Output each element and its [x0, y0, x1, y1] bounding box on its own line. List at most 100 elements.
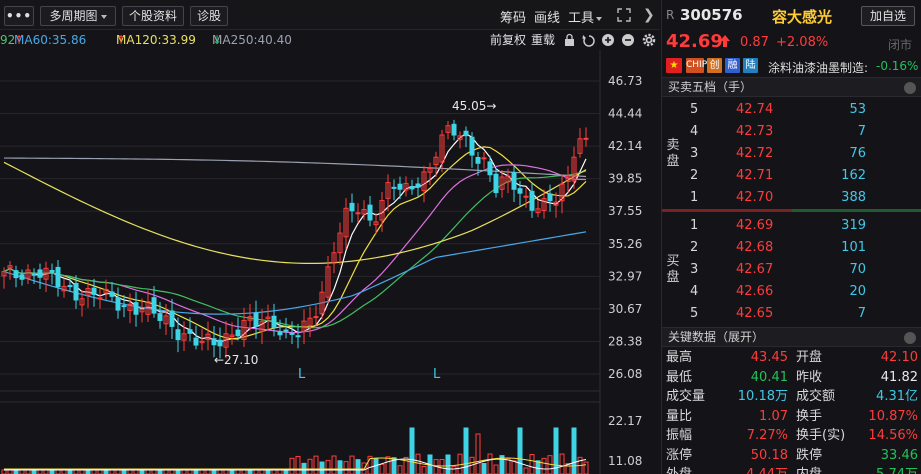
- multi-period-dropdown[interactable]: 多周期图: [40, 6, 116, 26]
- level: 2: [690, 240, 699, 255]
- stock-profile-button[interactable]: 个股资料: [122, 6, 184, 26]
- candle-body: [493, 173, 499, 194]
- draw-line-button[interactable]: 画线: [534, 7, 560, 26]
- sell-row[interactable]: 2 42.71 162: [686, 165, 921, 187]
- margin-badge[interactable]: 融: [725, 58, 740, 73]
- ma250-line: [3, 157, 587, 178]
- volume-bar: [67, 469, 73, 474]
- candlestick-chart[interactable]: 46.73 44.44 42.14 39.85 37.55 35.26 32.97 30.67…: [0, 50, 660, 390]
- volume-bar: [523, 467, 529, 474]
- sell-row[interactable]: 1 42.70 388: [686, 187, 921, 209]
- multi-period-label: 多周期图: [49, 9, 98, 23]
- orderbook-divider: [662, 209, 921, 212]
- buy-row[interactable]: 2 42.68 101: [686, 237, 921, 259]
- sell-row[interactable]: 5 42.74 53: [686, 99, 921, 121]
- level: 1: [690, 190, 699, 205]
- collapse-panel-icon[interactable]: ❯: [643, 7, 655, 23]
- sell-row[interactable]: 3 42.72 76: [686, 143, 921, 165]
- candle-body: [49, 269, 55, 273]
- chip-badge[interactable]: CHIP: [686, 58, 707, 73]
- candle-body: [349, 202, 355, 212]
- volume-bar: [79, 469, 85, 474]
- key-data: 最高 43.45 开盘 42.10 最低 40.41 昨收 41.82 成交量 10.18万 成交额…: [662, 348, 921, 474]
- volume-bar: [121, 469, 127, 474]
- tools-label: 工具: [568, 11, 595, 26]
- zoom-in-icon[interactable]: [602, 34, 614, 46]
- key-data-row: 涨停 50.18 跌停 33.46: [662, 446, 921, 466]
- key-value: 5.74万: [876, 465, 918, 474]
- price-tick: 42.14: [608, 139, 642, 153]
- volume-bar: [445, 454, 451, 474]
- buy-row[interactable]: 4 42.66 20: [686, 281, 921, 303]
- reload-button[interactable]: 重载: [531, 30, 555, 50]
- undo-icon[interactable]: [582, 35, 595, 47]
- candle-body: [175, 329, 181, 341]
- toggle-icon[interactable]: [904, 82, 916, 94]
- volume-bar: [1, 469, 7, 474]
- lock-icon[interactable]: [565, 33, 574, 47]
- volume: 319: [841, 218, 866, 233]
- volume-bar: [85, 469, 91, 474]
- key-label: 换手: [796, 408, 823, 424]
- sell-row[interactable]: 4 42.73 7: [686, 121, 921, 143]
- price: 42.67: [736, 262, 774, 277]
- volume-bar: [415, 453, 421, 474]
- key-value: 7.27%: [746, 428, 788, 443]
- candle-body: [451, 123, 457, 136]
- volume-ma-lines: [4, 457, 587, 471]
- volume-bar: [313, 455, 319, 474]
- candle-body: [193, 337, 199, 346]
- volume-bar: [235, 469, 241, 474]
- key-data-header[interactable]: 关键数据（展开）: [662, 327, 921, 347]
- volume-chart[interactable]: 22.17 11.08: [0, 390, 660, 474]
- diagnose-button[interactable]: 诊股: [190, 6, 228, 26]
- candle-body: [31, 273, 37, 276]
- key-label: 振幅: [666, 428, 693, 443]
- chips-button[interactable]: 筹码: [500, 7, 526, 26]
- volume: 101: [841, 240, 866, 255]
- chart-toolbar: ••• 多周期图 个股资料 诊股 筹码 画线 工具 ❯: [0, 0, 660, 30]
- buy-row[interactable]: 3 42.67 70: [686, 259, 921, 281]
- sell-side-label: 卖盘: [666, 138, 680, 169]
- key-label: 换手(实): [796, 428, 846, 443]
- price: 42.65: [736, 306, 774, 321]
- volume-bar: [277, 469, 283, 474]
- volume-bar: [127, 469, 133, 474]
- key-label: 成交量: [666, 389, 706, 404]
- tools-dropdown[interactable]: 工具: [568, 7, 603, 26]
- chinext-badge[interactable]: 创: [707, 58, 722, 73]
- volume-bar: [145, 469, 151, 474]
- gear-icon[interactable]: [642, 33, 656, 47]
- volume-bar: [451, 465, 457, 474]
- volume-bar: [319, 461, 325, 474]
- buy-row[interactable]: 1 42.69 319: [686, 215, 921, 237]
- fullscreen-icon[interactable]: [617, 8, 631, 22]
- key-label: 量比: [666, 408, 693, 424]
- key-label: 开盘: [796, 350, 823, 365]
- candle-body: [397, 183, 403, 190]
- candle-body: [583, 137, 589, 140]
- candle-body: [19, 274, 25, 280]
- volume-bar: [217, 469, 223, 474]
- candle-body: [367, 204, 373, 221]
- toggle-icon[interactable]: [904, 332, 916, 344]
- forward-adjust-button[interactable]: 前复权: [490, 30, 526, 50]
- connect-badge[interactable]: 陆: [743, 58, 758, 73]
- buy-row[interactable]: 5 42.65 7: [686, 303, 921, 325]
- volume: 70: [849, 262, 866, 277]
- key-label: 内盘: [796, 465, 822, 474]
- volume-bar: [115, 469, 121, 474]
- volume-bar: [475, 433, 481, 474]
- sector-link[interactable]: 涂料油漆油墨制造:: [768, 59, 868, 76]
- key-value: 4.44万: [746, 465, 788, 474]
- more-button[interactable]: •••: [4, 6, 34, 26]
- candle-body: [133, 302, 139, 315]
- ma-legend-row: 92 MA60:35.86 ↑ MA120:33.99 ↑ MA250:40.40 ↓…: [0, 30, 660, 50]
- volume-bar: [265, 469, 271, 474]
- add-watchlist-button[interactable]: 加自选: [861, 6, 915, 26]
- volume-bar: [529, 454, 535, 474]
- zoom-out-icon[interactable]: [622, 34, 634, 46]
- orderbook-header[interactable]: 买卖五档（手）: [662, 77, 921, 97]
- price: 42.68: [736, 240, 774, 255]
- candle-body: [277, 331, 283, 336]
